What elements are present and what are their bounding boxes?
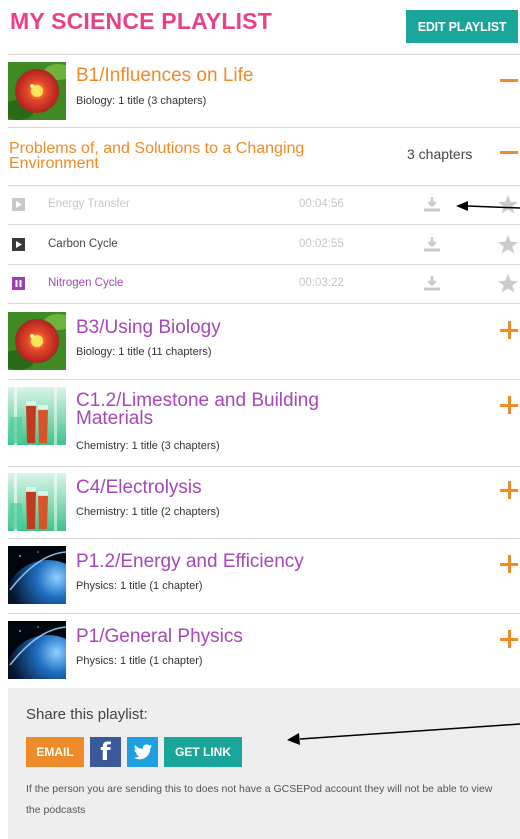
chapter-count: 3 chapters <box>407 146 473 162</box>
facebook-icon: f <box>100 738 111 766</box>
divider <box>8 127 520 128</box>
divider <box>8 466 520 467</box>
download-icon[interactable] <box>422 234 442 254</box>
divider <box>8 538 520 539</box>
course-title[interactable]: B3/Using Biology <box>76 318 396 337</box>
pause-icon[interactable] <box>12 277 25 290</box>
divider <box>8 613 520 614</box>
annotation-arrow <box>287 723 520 745</box>
course-title[interactable]: C4/Electrolysis <box>76 478 396 497</box>
divider <box>8 54 520 55</box>
divider <box>8 224 520 225</box>
minus-icon <box>500 151 518 154</box>
play-icon[interactable] <box>12 238 25 251</box>
expand-course-button[interactable] <box>499 320 519 340</box>
episode-name: Nitrogen Cycle <box>48 277 124 289</box>
divider <box>8 379 520 380</box>
course-title[interactable]: C1.2/Limestone and Building Materials <box>76 391 396 428</box>
expand-course-button[interactable] <box>499 395 519 415</box>
course-title[interactable]: P1/General Physics <box>76 627 396 646</box>
planet-image <box>8 546 66 604</box>
playlist-header: MY SCIENCE PLAYLIST EDIT PLAYLIST <box>0 0 520 54</box>
edit-playlist-button[interactable]: EDIT PLAYLIST <box>406 10 518 43</box>
share-note: If the person you are sending this to do… <box>26 783 493 816</box>
episode-duration: 00:02:55 <box>299 238 344 250</box>
download-icon[interactable] <box>422 273 442 293</box>
page-title: MY SCIENCE PLAYLIST <box>10 8 272 34</box>
planet-image <box>8 621 66 679</box>
course-subtitle: Biology: 1 title (11 chapters) <box>76 346 212 358</box>
star-icon[interactable] <box>497 273 519 293</box>
flower-image <box>8 312 66 370</box>
divider <box>8 264 520 265</box>
episode-duration: 00:03:22 <box>299 277 344 289</box>
course-title[interactable]: P1.2/Energy and Efficiency <box>76 552 396 571</box>
episode-name: Energy Transfer <box>48 198 130 210</box>
minus-icon <box>500 79 518 82</box>
course-subtitle: Biology: 1 title (3 chapters) <box>76 95 207 107</box>
chapter-title[interactable]: Problems of, and Solutions to a Changing… <box>9 141 379 172</box>
expand-course-button[interactable] <box>499 554 519 574</box>
download-icon[interactable] <box>422 194 442 214</box>
course-subtitle: Physics: 1 title (1 chapter) <box>76 655 203 667</box>
episode-duration: 00:04:56 <box>299 198 344 210</box>
star-icon[interactable] <box>497 234 519 254</box>
course-subtitle: Chemistry: 1 title (3 chapters) <box>76 440 220 452</box>
expand-course-button[interactable] <box>499 480 519 500</box>
course-title[interactable]: B1/Influences on Life <box>76 66 396 85</box>
test-tubes-image <box>8 473 66 531</box>
get-link-button[interactable]: GET LINK <box>164 737 242 767</box>
course-subtitle: Chemistry: 1 title (2 chapters) <box>76 506 220 518</box>
divider <box>8 303 520 304</box>
episode-name: Carbon Cycle <box>48 238 118 250</box>
email-share-button[interactable]: EMAIL <box>26 737 84 767</box>
collapse-course-button[interactable] <box>499 70 519 90</box>
play-icon[interactable] <box>12 198 25 211</box>
twitter-bird-icon <box>133 743 152 759</box>
course-subtitle: Physics: 1 title (1 chapter) <box>76 580 203 592</box>
twitter-share-button[interactable] <box>127 737 158 767</box>
share-title: Share this playlist: <box>26 706 148 723</box>
expand-course-button[interactable] <box>499 629 519 649</box>
test-tubes-image <box>8 387 66 445</box>
annotation-arrow <box>456 201 520 211</box>
flower-image <box>8 62 66 120</box>
divider <box>8 185 520 186</box>
facebook-share-button[interactable]: f <box>90 737 121 767</box>
collapse-chapter-button[interactable] <box>499 142 519 162</box>
